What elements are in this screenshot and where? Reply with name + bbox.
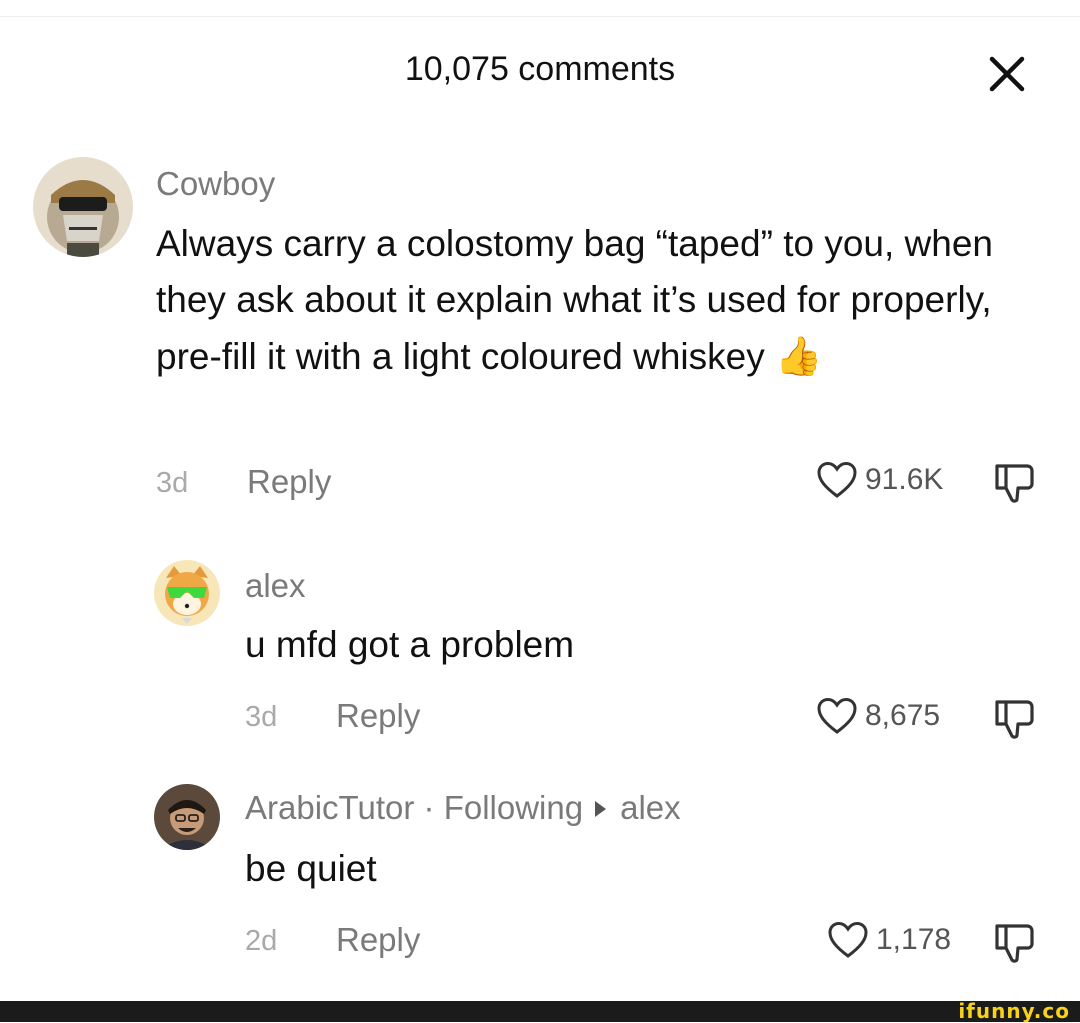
close-icon [989,56,1025,92]
reply-to-username[interactable]: alex [620,789,681,826]
reply-arrow-icon [595,800,607,817]
comment-text: u mfd got a problem [245,624,575,665]
ifunny-watermark: ifunny.co [958,999,1070,1023]
following-label: Following [443,789,584,826]
reply-button[interactable]: Reply [247,463,331,501]
comment-text: Always carry a colostomy bag “taped” to … [156,223,993,377]
comment-text: be quiet [245,848,377,889]
reply-button[interactable]: Reply [336,697,420,735]
thumbs-down-icon [995,464,1034,503]
like-count: 8,675 [865,699,941,732]
heart-outline-icon [817,697,857,734]
avatar[interactable] [154,784,220,850]
reply-button[interactable]: Reply [336,921,420,959]
avatar[interactable] [154,560,220,626]
comment-username-line: ArabicTutor · Following alex [245,789,681,827]
comments-count-title: 10,075 comments [404,50,676,88]
comment-age: 3d [245,701,278,733]
watermark-bar: ifunny.co [0,999,1080,1023]
top-divider [0,16,1080,17]
thumbs-down-icon [995,700,1034,739]
heart-outline-icon [817,461,857,498]
like-count: 91.6K [865,463,944,496]
dislike-button[interactable] [993,920,1037,964]
avatar[interactable] [33,157,133,257]
thumbs-up-icon: 👍 [774,334,823,378]
heart-outline-icon [828,921,868,958]
like-button[interactable]: 8,675 [815,696,940,736]
like-button[interactable]: 1,178 [826,920,951,960]
comment-text-block: Always carry a colostomy bag “taped” to … [156,216,1036,385]
separator-dot: · [423,789,435,826]
comment-username[interactable]: ArabicTutor [245,789,414,826]
comment-username[interactable]: Cowboy [156,165,275,203]
comment-username[interactable]: alex [245,567,306,605]
dislike-button[interactable] [993,460,1037,504]
comment-age: 2d [245,925,278,957]
thumbs-down-icon [995,924,1034,963]
dislike-button[interactable] [993,696,1037,740]
like-button[interactable]: 91.6K [815,460,943,500]
comment-age: 3d [156,467,189,499]
close-button[interactable] [985,52,1029,96]
like-count: 1,178 [876,923,952,956]
